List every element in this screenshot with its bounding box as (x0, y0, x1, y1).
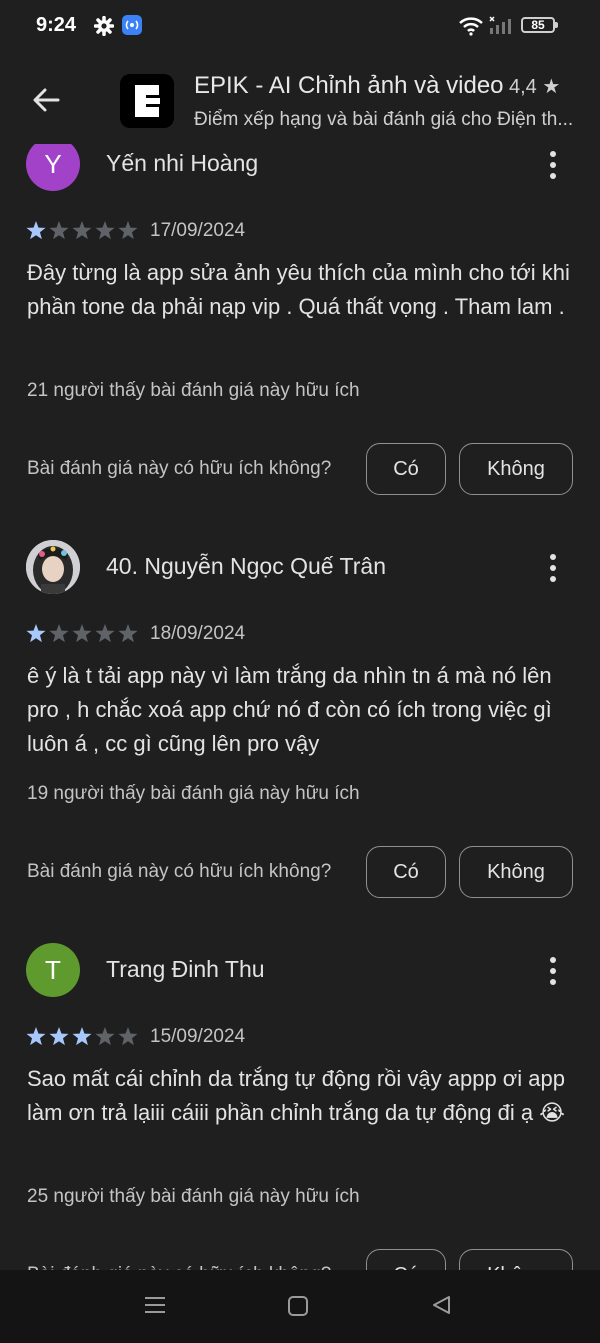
star-empty-icon (49, 221, 69, 240)
hotspot-icon (122, 15, 142, 35)
gear-icon (94, 16, 114, 36)
star-filled-icon (49, 1027, 69, 1046)
app-icon (120, 74, 174, 128)
helpful-count: 25 người thấy bài đánh giá này hữu ích (27, 1186, 360, 1207)
review-text: Đây từng là app sửa ảnh yêu thích của mì… (27, 260, 570, 319)
helpful-question: Bài đánh giá này có hữu ích không? (27, 861, 332, 882)
app-rating: 4,4 ★ (509, 74, 560, 99)
star-icon: ★ (542, 76, 561, 98)
helpful-yes-button[interactable]: Có (366, 1249, 446, 1270)
avatar: T (26, 943, 80, 997)
avatar (26, 540, 80, 594)
reviews-list[interactable]: Y Yến nhi Hoàng 17/09/2024 Đây từng là a… (0, 0, 600, 1270)
more-options-icon[interactable] (543, 956, 563, 986)
star-rating (26, 1027, 138, 1046)
star-empty-icon (95, 1027, 115, 1046)
app-header: EPIK - AI Chỉnh ảnh và video 4,4 ★ Điểm … (0, 52, 600, 144)
signal-icon (489, 16, 511, 34)
helpful-no-button[interactable]: Không (459, 443, 573, 495)
review-date: 17/09/2024 (150, 220, 246, 241)
star-rating (26, 221, 138, 240)
epik-logo-icon (135, 85, 160, 117)
system-nav-bar (0, 1270, 600, 1343)
helpful-no-button[interactable]: Không (459, 846, 573, 898)
status-time: 9:24 (36, 14, 77, 36)
avatar-photo-icon (26, 540, 80, 594)
star-empty-icon (118, 624, 138, 643)
review-date: 18/09/2024 (150, 623, 246, 644)
star-empty-icon (49, 624, 69, 643)
home-icon[interactable] (288, 1296, 308, 1316)
more-options-icon[interactable] (543, 553, 563, 583)
review-text: ê ý là t tải app này vì làm trắng da nhì… (27, 663, 552, 756)
star-rating (26, 624, 138, 643)
back-triangle-icon[interactable] (430, 1294, 452, 1316)
review-text: Sao mất cái chỉnh da trắng tự động rồi v… (27, 1066, 565, 1125)
helpful-count: 19 người thấy bài đánh giá này hữu ích (27, 783, 360, 804)
review-author: 40. Nguyễn Ngọc Quế Trân (106, 553, 386, 579)
helpful-yes-button[interactable]: Có (366, 846, 446, 898)
wifi-icon (459, 17, 483, 36)
back-arrow-icon[interactable] (28, 82, 64, 118)
star-filled-icon (26, 221, 46, 240)
star-filled-icon (26, 624, 46, 643)
helpful-no-button[interactable]: Không (459, 1249, 573, 1270)
star-filled-icon (26, 1027, 46, 1046)
more-options-icon[interactable] (543, 150, 563, 180)
helpful-question: Bài đánh giá này có hữu ích không? (27, 458, 332, 479)
page-subtitle: Điểm xếp hạng và bài đánh giá cho Điện t… (194, 109, 574, 130)
review-author: Trang Đinh Thu (106, 956, 265, 982)
review-date: 15/09/2024 (150, 1026, 246, 1047)
star-empty-icon (95, 221, 115, 240)
helpful-yes-button[interactable]: Có (366, 443, 446, 495)
star-empty-icon (72, 624, 92, 643)
recent-apps-icon[interactable] (144, 1294, 166, 1316)
battery-indicator: 85 (521, 17, 558, 33)
star-empty-icon (118, 1027, 138, 1046)
star-empty-icon (72, 221, 92, 240)
review-author: Yến nhi Hoàng (106, 150, 259, 176)
status-bar: 9:24 85 (0, 0, 600, 52)
rating-value: 4,4 (509, 76, 537, 98)
star-empty-icon (118, 221, 138, 240)
helpful-count: 21 người thấy bài đánh giá này hữu ích (27, 380, 360, 401)
star-empty-icon (95, 624, 115, 643)
app-title: EPIK - AI Chỉnh ảnh và video (194, 72, 504, 99)
star-filled-icon (72, 1027, 92, 1046)
avatar: Y (26, 137, 80, 191)
